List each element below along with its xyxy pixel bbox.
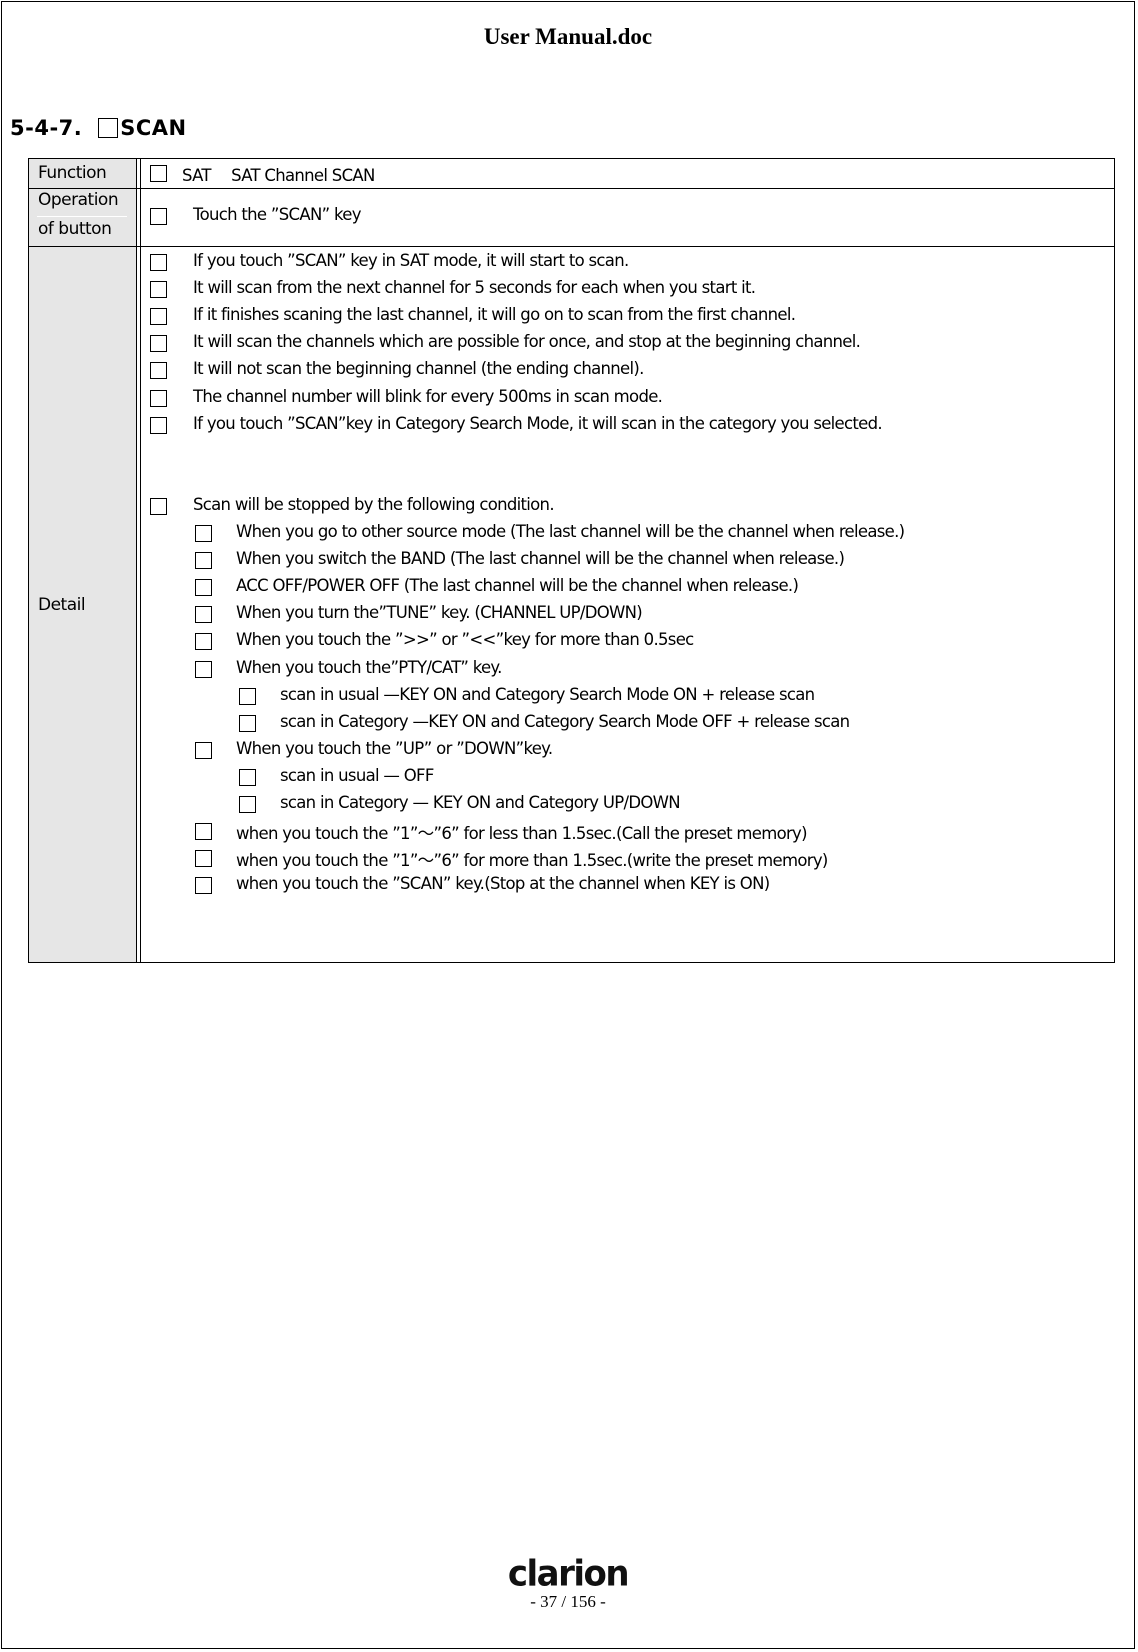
detail-item: scan in usual — OFF xyxy=(29,766,1114,790)
checkbox-icon xyxy=(239,687,256,705)
clarion-logo: clarion xyxy=(507,1553,630,1595)
checkbox-icon xyxy=(150,165,167,182)
detail-item: scan in usual —KEY ON and Category Searc… xyxy=(29,685,1114,709)
detail-item-text: scan in usual — OFF xyxy=(280,765,434,785)
checkbox-icon xyxy=(150,308,167,326)
detail-item: When you go to other source mode (The la… xyxy=(29,522,1114,546)
detail-item-text: When you turn the”TUNE” key. (CHANNEL UP… xyxy=(236,603,643,623)
detail-item: It will scan from the next channel for 5… xyxy=(29,278,1114,302)
checkbox-icon xyxy=(150,389,167,407)
row-divider xyxy=(29,246,1114,247)
detail-item: If it finishes scaning the last channel,… xyxy=(29,305,1114,329)
checkbox-icon xyxy=(150,362,167,380)
checkbox-icon xyxy=(150,208,167,225)
checkbox-icon xyxy=(150,281,167,299)
checkbox-icon xyxy=(195,525,212,542)
detail-item: The channel number will blink for every … xyxy=(29,387,1114,411)
detail-item-text: When you go to other source mode (The la… xyxy=(236,522,905,541)
checkbox-icon xyxy=(150,335,167,353)
detail-item-text: scan in usual —KEY ON and Category Searc… xyxy=(280,684,815,704)
checkbox-icon xyxy=(195,579,212,597)
detail-item: when you touch the ”1”～”6” for less than… xyxy=(29,820,1114,844)
detail-item-text: The channel number will blink for every … xyxy=(193,386,663,406)
checkbox-icon xyxy=(195,877,212,895)
detail-item-text: When you touch the ”>>” or ”<<”key for m… xyxy=(236,630,694,650)
detail-item-text: When you touch the”PTY/CAT” key. xyxy=(236,657,502,677)
checkbox-icon xyxy=(195,552,212,570)
detail-item-text: It will not scan the beginning channel (… xyxy=(193,359,644,379)
detail-item-text: If you touch ”SCAN”key in Category Searc… xyxy=(193,413,883,433)
section-heading: 5-4-7. SCAN xyxy=(10,116,187,140)
detail-item: when you touch the ”1”～”6” for more than… xyxy=(29,847,1114,871)
detail-item: scan in Category — KEY ON and Category U… xyxy=(29,793,1114,817)
detail-item: When you switch the BAND (The last chann… xyxy=(29,549,1114,573)
detail-item-text: scan in Category — KEY ON and Category U… xyxy=(280,793,681,812)
detail-item-text: When you switch the BAND (The last chann… xyxy=(236,549,845,569)
detail-item-text: scan in Category —KEY ON and Category Se… xyxy=(280,711,850,731)
checkbox-icon xyxy=(195,660,212,678)
detail-item: When you touch the”PTY/CAT” key. xyxy=(29,658,1114,682)
detail-item-text: If it finishes scaning the last channel,… xyxy=(193,305,796,325)
detail-item: When you turn the”TUNE” key. (CHANNEL UP… xyxy=(29,603,1114,627)
detail-item-text: when you touch the ”1”～”6” for less than… xyxy=(236,824,808,844)
detail-item: when you touch the ”SCAN” key.(Stop at t… xyxy=(29,874,1114,898)
checkbox-icon xyxy=(195,850,212,868)
detail-item: Scan will be stopped by the following co… xyxy=(29,495,1114,519)
detail-item-text: It will scan from the next channel for 5… xyxy=(193,278,756,298)
detail-item-text: Scan will be stopped by the following co… xyxy=(193,494,555,514)
checkbox-icon xyxy=(195,606,212,624)
detail-item: When you touch the ”UP” or ”DOWN”key. xyxy=(29,739,1114,763)
checkbox-icon xyxy=(239,796,256,813)
checkbox-icon xyxy=(195,633,212,651)
detail-item: If you touch ”SCAN”key in Category Searc… xyxy=(29,414,1114,438)
spec-table: Function Operation of button Detail SAT … xyxy=(28,158,1115,963)
page-number: - 37 / 156 - xyxy=(530,1592,606,1611)
checkbox-icon xyxy=(195,823,212,841)
detail-item: scan in Category —KEY ON and Category Se… xyxy=(29,712,1114,736)
operation-row: Touch the ”SCAN” key xyxy=(29,205,1114,229)
section-number: 5-4-7. xyxy=(10,116,83,140)
checkbox-icon xyxy=(150,497,167,515)
detail-item-text: When you touch the ”UP” or ”DOWN”key. xyxy=(236,738,553,758)
function-text: SAT SAT Channel SCAN xyxy=(182,166,375,185)
detail-item: When you touch the ”>>” or ”<<”key for m… xyxy=(29,630,1114,654)
checkbox-icon xyxy=(195,741,212,759)
detail-item-text: when you touch the ”1”～”6” for more than… xyxy=(236,851,828,871)
checkbox-icon xyxy=(98,118,119,138)
detail-item-text: If you touch ”SCAN” key in SAT mode, it … xyxy=(193,251,629,270)
document-page: User Manual.doc 5-4-7. SCAN Function Ope… xyxy=(1,1,1135,1649)
detail-item: If you touch ”SCAN” key in SAT mode, it … xyxy=(29,251,1114,275)
checkbox-icon xyxy=(239,768,256,786)
row-divider xyxy=(29,188,1114,189)
checkbox-icon xyxy=(239,714,256,732)
function-row: SAT SAT Channel SCAN xyxy=(29,162,1114,186)
detail-item-text: ACC OFF/POWER OFF (The last channel will… xyxy=(236,576,799,596)
document-title: User Manual.doc xyxy=(483,24,653,49)
checkbox-icon xyxy=(150,416,167,434)
section-title: SCAN xyxy=(120,116,187,140)
checkbox-icon xyxy=(150,254,167,271)
operation-text: Touch the ”SCAN” key xyxy=(193,205,361,224)
detail-item-text: when you touch the ”SCAN” key.(Stop at t… xyxy=(236,874,770,894)
detail-item-text: It will scan the channels which are poss… xyxy=(193,332,861,352)
detail-item: It will not scan the beginning channel (… xyxy=(29,359,1114,383)
detail-item: It will scan the channels which are poss… xyxy=(29,332,1114,356)
detail-item: ACC OFF/POWER OFF (The last channel will… xyxy=(29,576,1114,600)
